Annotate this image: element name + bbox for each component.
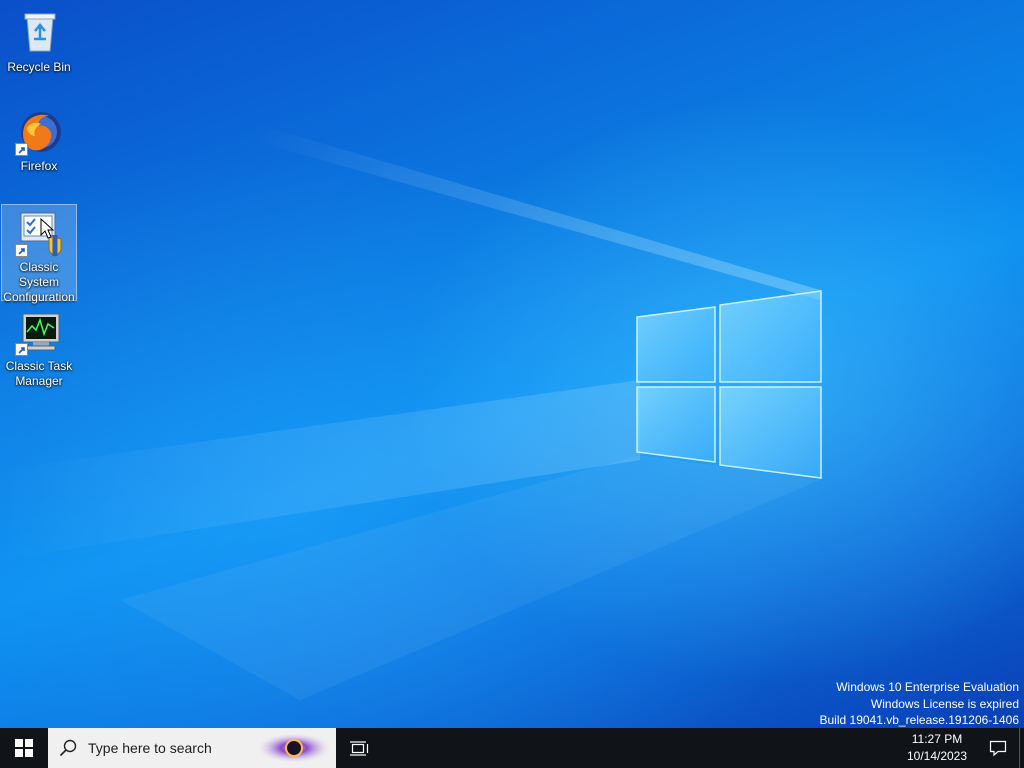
- desktop-icon-label: Classic System Configuration: [3, 260, 75, 304]
- desktop-icon-label: Classic Task Manager: [5, 359, 73, 388]
- desktop-icon-classic-system-configuration[interactable]: Classic System Configuration: [1, 204, 77, 304]
- wallpaper-light-beams: [0, 125, 820, 700]
- search-highlight-image[interactable]: [256, 731, 332, 765]
- license-watermark: Windows 10 Enterprise Evaluation Windows…: [820, 679, 1020, 728]
- shortcut-arrow-icon: [15, 343, 28, 356]
- windows-logo-wallpaper: [636, 290, 822, 479]
- clock-time: 11:27 PM: [911, 732, 963, 746]
- taskbar: Type here to search 11:27 PM 10/14/2023: [0, 728, 1024, 768]
- notification-icon: [989, 740, 1007, 757]
- taskbar-search-box[interactable]: Type here to search: [48, 728, 336, 768]
- task-view-icon: [350, 741, 369, 756]
- system-clock[interactable]: 11:27 PM 10/14/2023: [897, 728, 977, 768]
- desktop-icon-label: Firefox: [20, 159, 58, 173]
- desktop-icon-firefox[interactable]: Firefox: [1, 103, 77, 175]
- watermark-edition: Windows 10 Enterprise Evaluation: [836, 680, 1019, 694]
- action-center-button[interactable]: [977, 728, 1019, 768]
- desktop-icon-classic-task-manager[interactable]: Classic Task Manager: [1, 303, 77, 390]
- task-manager-icon: [15, 308, 63, 356]
- windows-start-icon: [15, 739, 33, 757]
- firefox-icon: [15, 108, 63, 156]
- desktop-icon-label: Recycle Bin: [7, 60, 71, 74]
- task-view-button[interactable]: [336, 728, 384, 768]
- mouse-cursor-icon: [40, 218, 54, 239]
- start-button[interactable]: [0, 728, 48, 768]
- desktop-icon-recycle-bin[interactable]: Recycle Bin: [1, 4, 77, 76]
- system-configuration-icon: [15, 209, 63, 257]
- desktop[interactable]: Recycle Bin Firefox Classic System Confi…: [0, 0, 1024, 728]
- recycle-bin-icon: [15, 9, 63, 57]
- clock-date: 10/14/2023: [906, 749, 968, 763]
- search-icon: [48, 728, 88, 768]
- search-placeholder: Type here to search: [88, 740, 212, 756]
- shortcut-arrow-icon: [15, 143, 28, 156]
- shortcut-arrow-icon: [15, 244, 28, 257]
- watermark-build: Build 19041.vb_release.191206-1406: [819, 713, 1020, 727]
- watermark-license-status: Windows License is expired: [870, 696, 1019, 711]
- show-desktop-button[interactable]: [1019, 728, 1024, 768]
